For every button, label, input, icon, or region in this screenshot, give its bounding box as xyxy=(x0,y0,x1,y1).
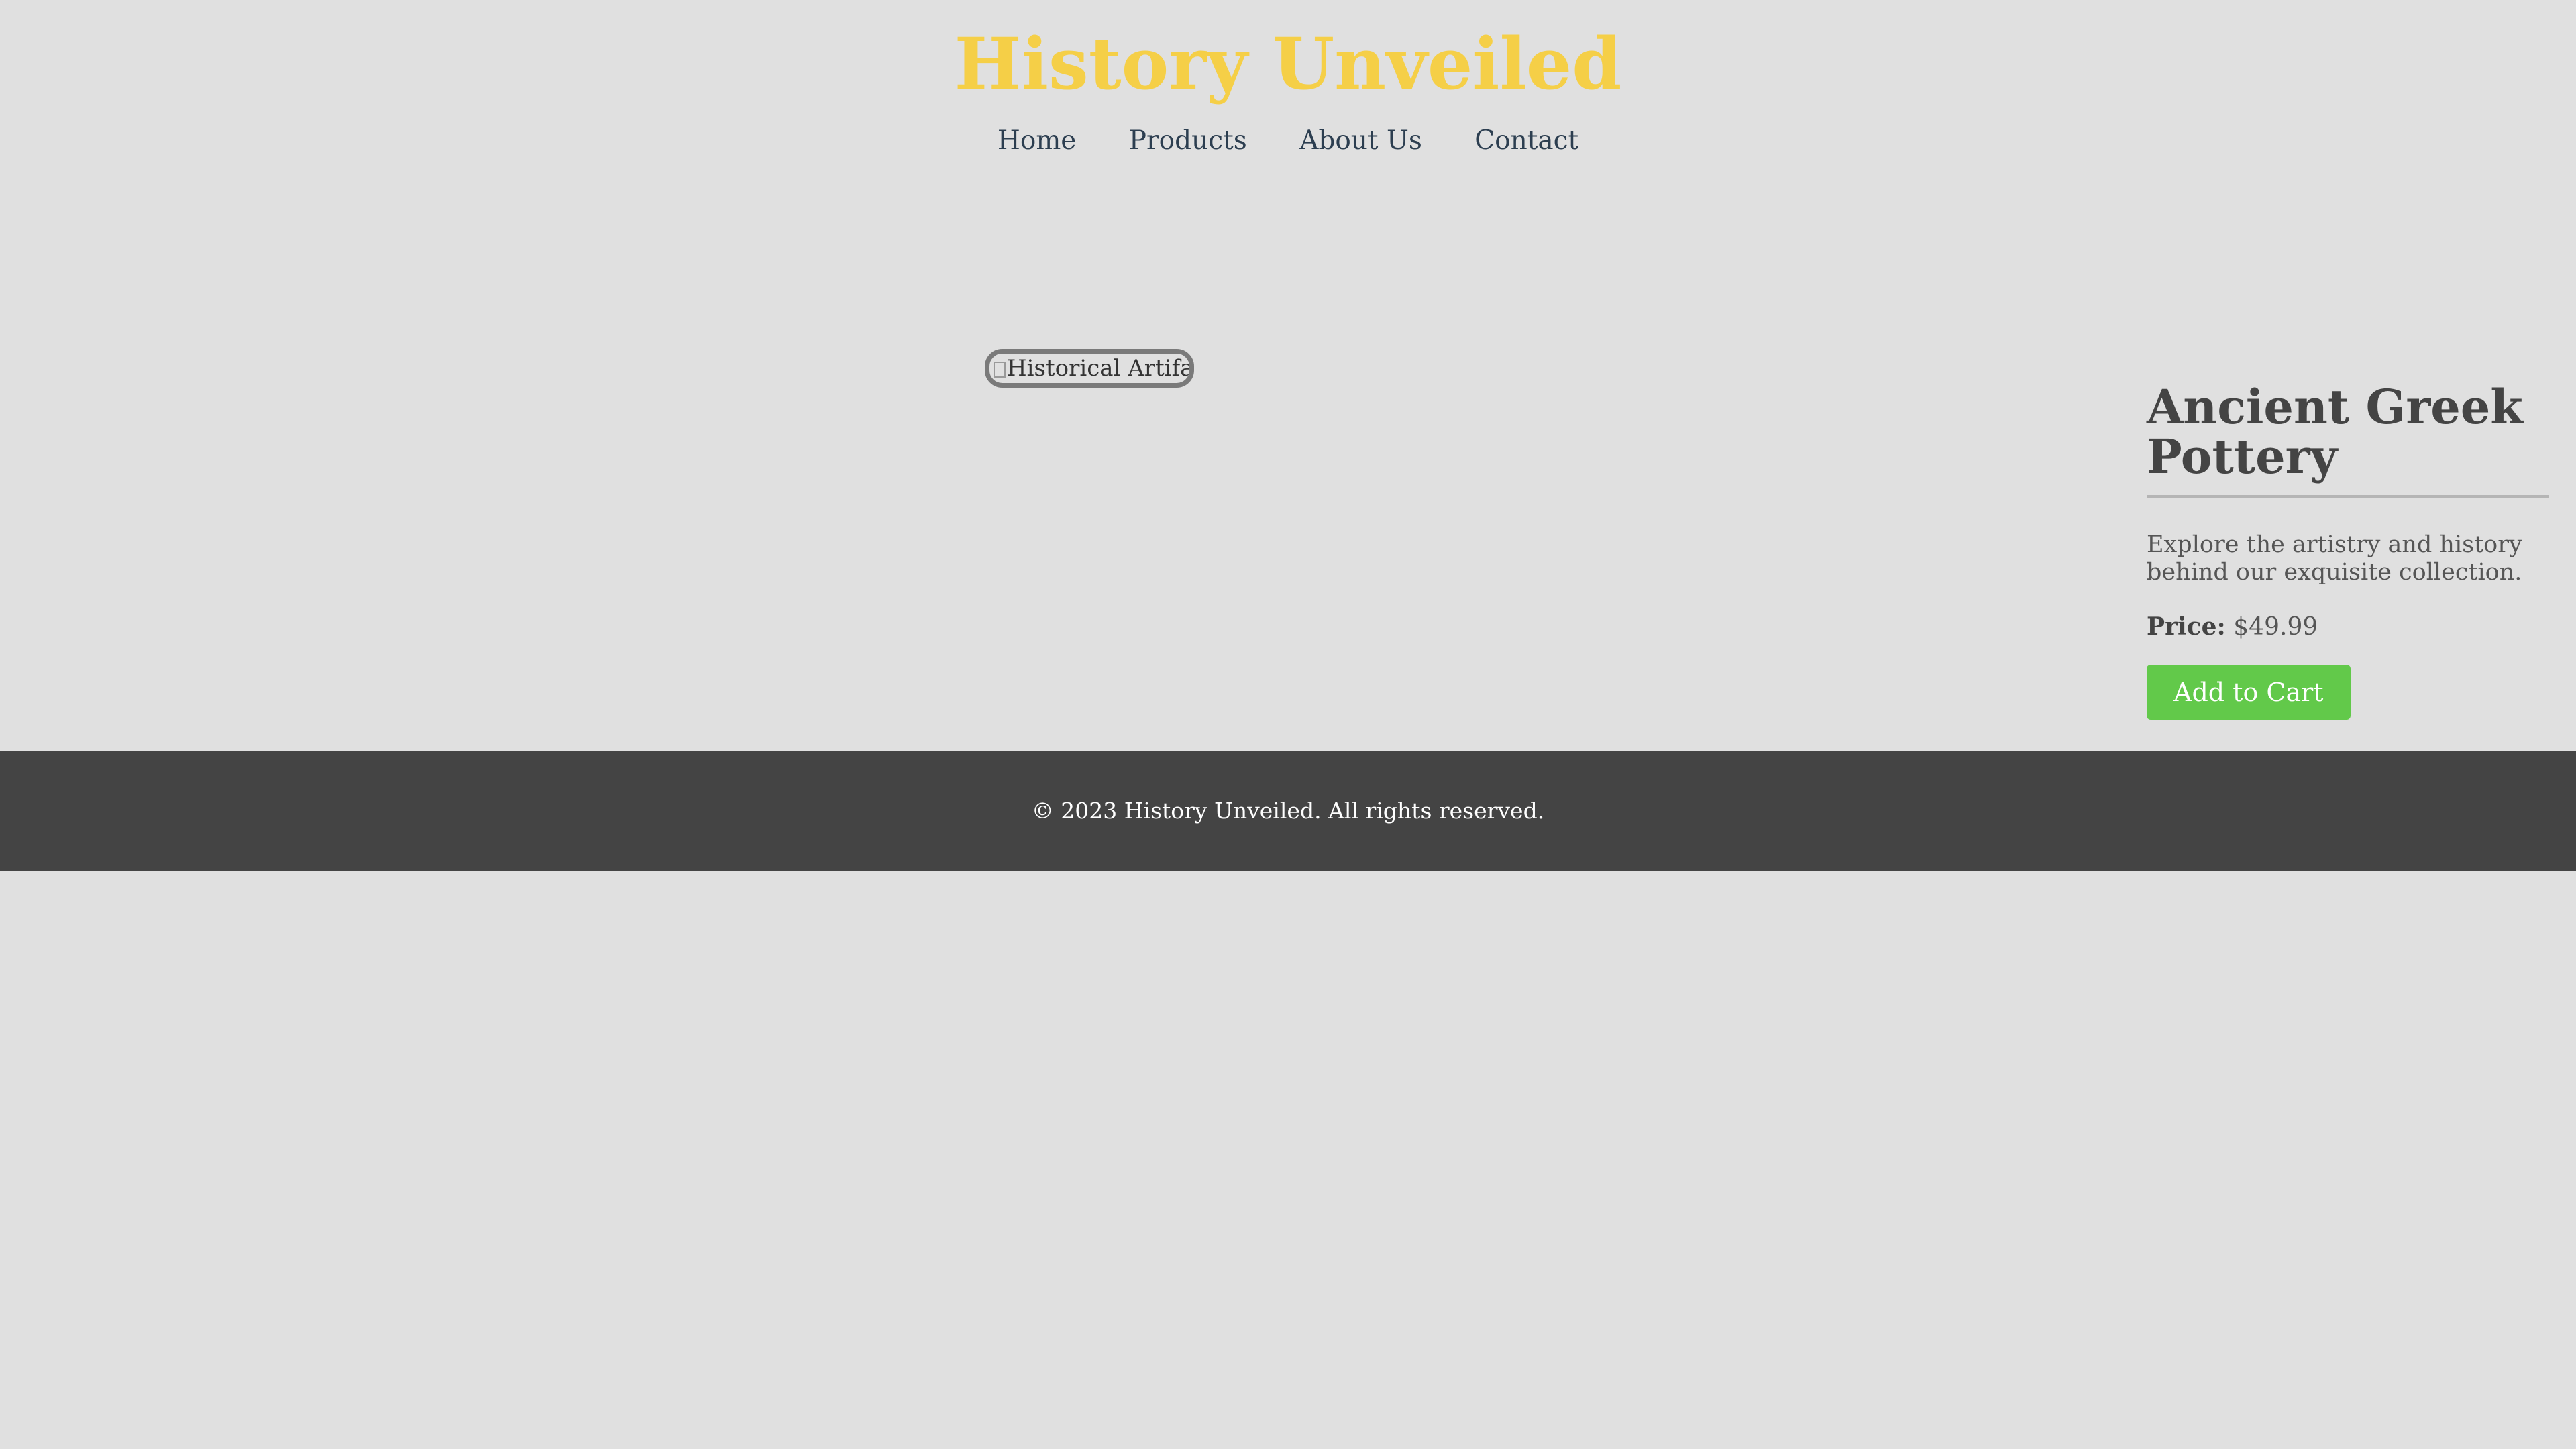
main-nav: Home Products About Us Contact xyxy=(0,121,2576,161)
nav-link-about-us[interactable]: About Us xyxy=(1299,125,1422,156)
product-description: Explore the artistry and history behind … xyxy=(2147,531,2522,586)
site-header: History Unveiled Home Products About Us … xyxy=(0,0,2576,201)
price-value: $49.99 xyxy=(2233,613,2318,641)
nav-link-contact[interactable]: Contact xyxy=(1474,125,1578,156)
price-label: Price: xyxy=(2147,612,2226,641)
product-image: Historical Artifact xyxy=(985,349,1194,388)
add-to-cart-button[interactable]: Add to Cart xyxy=(2147,665,2351,720)
footer-copyright: © 2023 History Unveiled. All rights rese… xyxy=(1031,798,1545,824)
nav-link-products[interactable]: Products xyxy=(1129,125,1247,156)
product-title: Ancient Greek Pottery xyxy=(2147,382,2549,498)
product-price: Price: $49.99 xyxy=(2147,612,2549,642)
site-footer: © 2023 History Unveiled. All rights rese… xyxy=(0,751,2576,871)
broken-image-icon xyxy=(994,362,1006,378)
site-title: History Unveiled xyxy=(954,21,1622,105)
product-details: Ancient Greek Pottery Explore the artist… xyxy=(2147,382,2549,720)
product-image-alt: Historical Artifact xyxy=(1007,355,1194,382)
nav-link-home[interactable]: Home xyxy=(998,125,1077,156)
